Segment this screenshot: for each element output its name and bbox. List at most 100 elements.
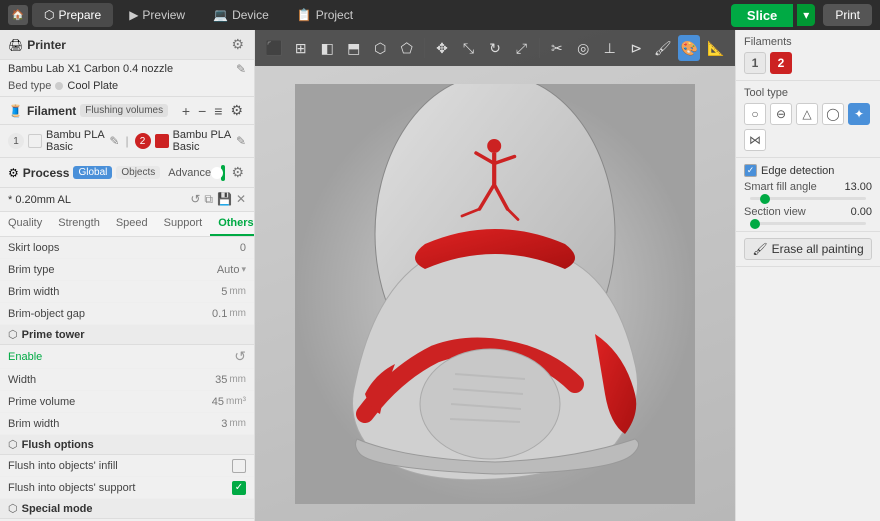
brim-width-row: Brim width 5 mm [0,281,254,303]
flush-options-subsection: ⬡ Flush options [0,435,254,455]
tab-speed[interactable]: Speed [108,212,156,236]
section-view-thumb[interactable] [750,219,760,229]
tool-move[interactable]: ✥ [431,35,453,61]
tool-seam[interactable]: ⊳ [625,35,647,61]
brim-type-dropdown-arrow: ▾ [241,264,246,275]
print-button[interactable]: Print [823,4,872,26]
tool-bowtie-button[interactable]: ⋈ [744,129,766,151]
filament-num-2-button[interactable]: 2 [770,52,792,74]
prime-tower-width-value[interactable]: 35 [215,374,227,386]
tool-triangle-button[interactable]: △ [796,103,818,125]
special-mode-subsection: ⬡ Special mode [0,499,254,519]
tab-quality[interactable]: Quality [0,212,50,236]
edge-detection-checkbox[interactable]: ✓ [744,164,757,177]
tab-support[interactable]: Support [156,212,211,236]
process-reset-icon[interactable]: ↺ [190,192,200,207]
tool-paint-support[interactable]: 🖌 [652,35,674,61]
brim-width-value[interactable]: 5 [221,286,227,298]
flush-infill-checkbox[interactable] [232,459,246,473]
smart-fill-angle-thumb[interactable] [760,194,770,204]
toolbar-separator-1 [424,38,425,58]
slice-button[interactable]: Slice [731,4,793,27]
settings-tabs: Quality Strength Speed Support Others [0,212,254,237]
skirt-loops-label: Skirt loops [8,242,240,254]
filament-2-edit-icon[interactable]: ✎ [236,134,246,148]
tag-global[interactable]: Global [73,166,112,179]
printer-edit-icon[interactable]: ✎ [236,62,246,76]
section-view-value[interactable]: 0.00 [851,206,872,218]
edge-detection-section: ✓ Edge detection Smart fill angle 13.00 [736,158,880,232]
skirt-loops-value[interactable]: 0 [240,242,246,254]
tab-others[interactable]: Others [210,212,255,236]
enable-label: Enable [8,351,234,363]
tool-3d-layers[interactable]: ⬠ [395,35,417,61]
process-settings-button[interactable]: ⚙ [229,162,246,183]
tool-hollow[interactable]: ◎ [572,35,594,61]
tool-paint-color[interactable]: 🎨 [678,35,700,61]
filament-section-title: Filament [27,104,76,118]
tool-minus-button[interactable]: ⊖ [770,103,792,125]
erase-all-button[interactable]: 🖌 Erase all painting [744,238,872,260]
smart-fill-angle-track[interactable] [750,197,866,200]
right-panel: Filaments 1 2 Tool type ○ ⊖ △ ◯ ✦ ⋈ ✓ Ed… [735,30,880,521]
filament-menu-button[interactable]: ≡ [211,101,225,120]
filament-settings-button[interactable]: ⚙ [227,101,246,120]
tool-circle-button[interactable]: ○ [744,103,766,125]
tool-ring-button[interactable]: ◯ [822,103,844,125]
tool-support[interactable]: ⊥ [599,35,621,61]
process-copy-icon[interactable]: ⧉ [204,192,213,207]
tool-measure[interactable]: 📐 [704,35,726,61]
brim-type-label: Brim type [8,264,217,276]
tool-scale[interactable]: ⤡ [457,35,479,61]
prime-brim-width-label: Brim width [8,418,221,430]
bed-type-dot [55,82,63,90]
filament-remove-button[interactable]: − [195,101,209,120]
filaments-label: Filaments [744,36,872,48]
prime-volume-value[interactable]: 45 [212,396,224,408]
tab-prepare[interactable]: ⬡ Prepare [32,3,113,27]
tab-project[interactable]: 📋 Project [285,3,365,27]
filament-num-1-button[interactable]: 1 [744,52,766,74]
tool-3d-cube[interactable]: ⬛ [263,35,285,61]
prime-tower-width-label: Width [8,374,215,386]
tool-3d-export[interactable]: ⬡ [369,35,391,61]
3d-viewport[interactable] [255,66,735,521]
tool-cut[interactable]: ✂ [546,35,568,61]
section-view-track[interactable] [750,222,866,225]
left-panel: 🖨 Printer ⚙ Bambu Lab X1 Carbon 0.4 nozz… [0,30,255,521]
filament-add-button[interactable]: + [179,101,193,120]
flush-infill-row: Flush into objects' infill [0,455,254,477]
tab-preview[interactable]: ▶ Preview [117,3,197,27]
settings-list: Skirt loops 0 Brim type Auto ▾ Brim widt… [0,237,254,521]
process-close-icon[interactable]: ✕ [236,192,246,207]
tab-strength[interactable]: Strength [50,212,108,236]
prime-brim-width-value[interactable]: 3 [221,418,227,430]
brim-object-gap-value[interactable]: 0.1 [212,308,227,320]
brim-width-label: Brim width [8,286,221,298]
process-save-icon[interactable]: 💾 [217,192,232,207]
tool-3d-grid[interactable]: ⊞ [289,35,311,61]
filament-1-edit-icon[interactable]: ✎ [109,134,119,148]
advanced-toggle[interactable] [221,165,225,181]
filament-1-name: Bambu PLA Basic [46,129,105,153]
tool-flip[interactable]: ⤢ [510,35,532,61]
tool-rotate[interactable]: ↻ [484,35,506,61]
brim-object-gap-unit: mm [229,308,246,319]
brim-type-dropdown[interactable]: Auto ▾ [217,264,246,276]
smart-fill-angle-value[interactable]: 13.00 [844,181,872,193]
tool-3d-slice[interactable]: ◧ [316,35,338,61]
advanced-label: Advanced [168,167,217,179]
tool-type-section: Tool type ○ ⊖ △ ◯ ✦ ⋈ [736,81,880,158]
printer-settings-button[interactable]: ⚙ [229,34,246,55]
tool-3d-arrange[interactable]: ⬒ [342,35,364,61]
flush-volumes-tag[interactable]: Flushing volumes [80,104,168,117]
tool-star-button[interactable]: ✦ [848,103,870,125]
tag-objects[interactable]: Objects [116,166,160,179]
enable-refresh-icon[interactable]: ↺ [234,348,246,365]
prime-tower-subsection: ⬡ Prime tower [0,325,254,345]
flush-support-checkbox[interactable]: ✓ [232,481,246,495]
slice-dropdown-button[interactable]: ▾ [797,4,815,26]
process-section-title: Process [23,166,70,180]
project-icon: 📋 [297,8,312,22]
tab-device[interactable]: 💻 Device [201,3,281,27]
